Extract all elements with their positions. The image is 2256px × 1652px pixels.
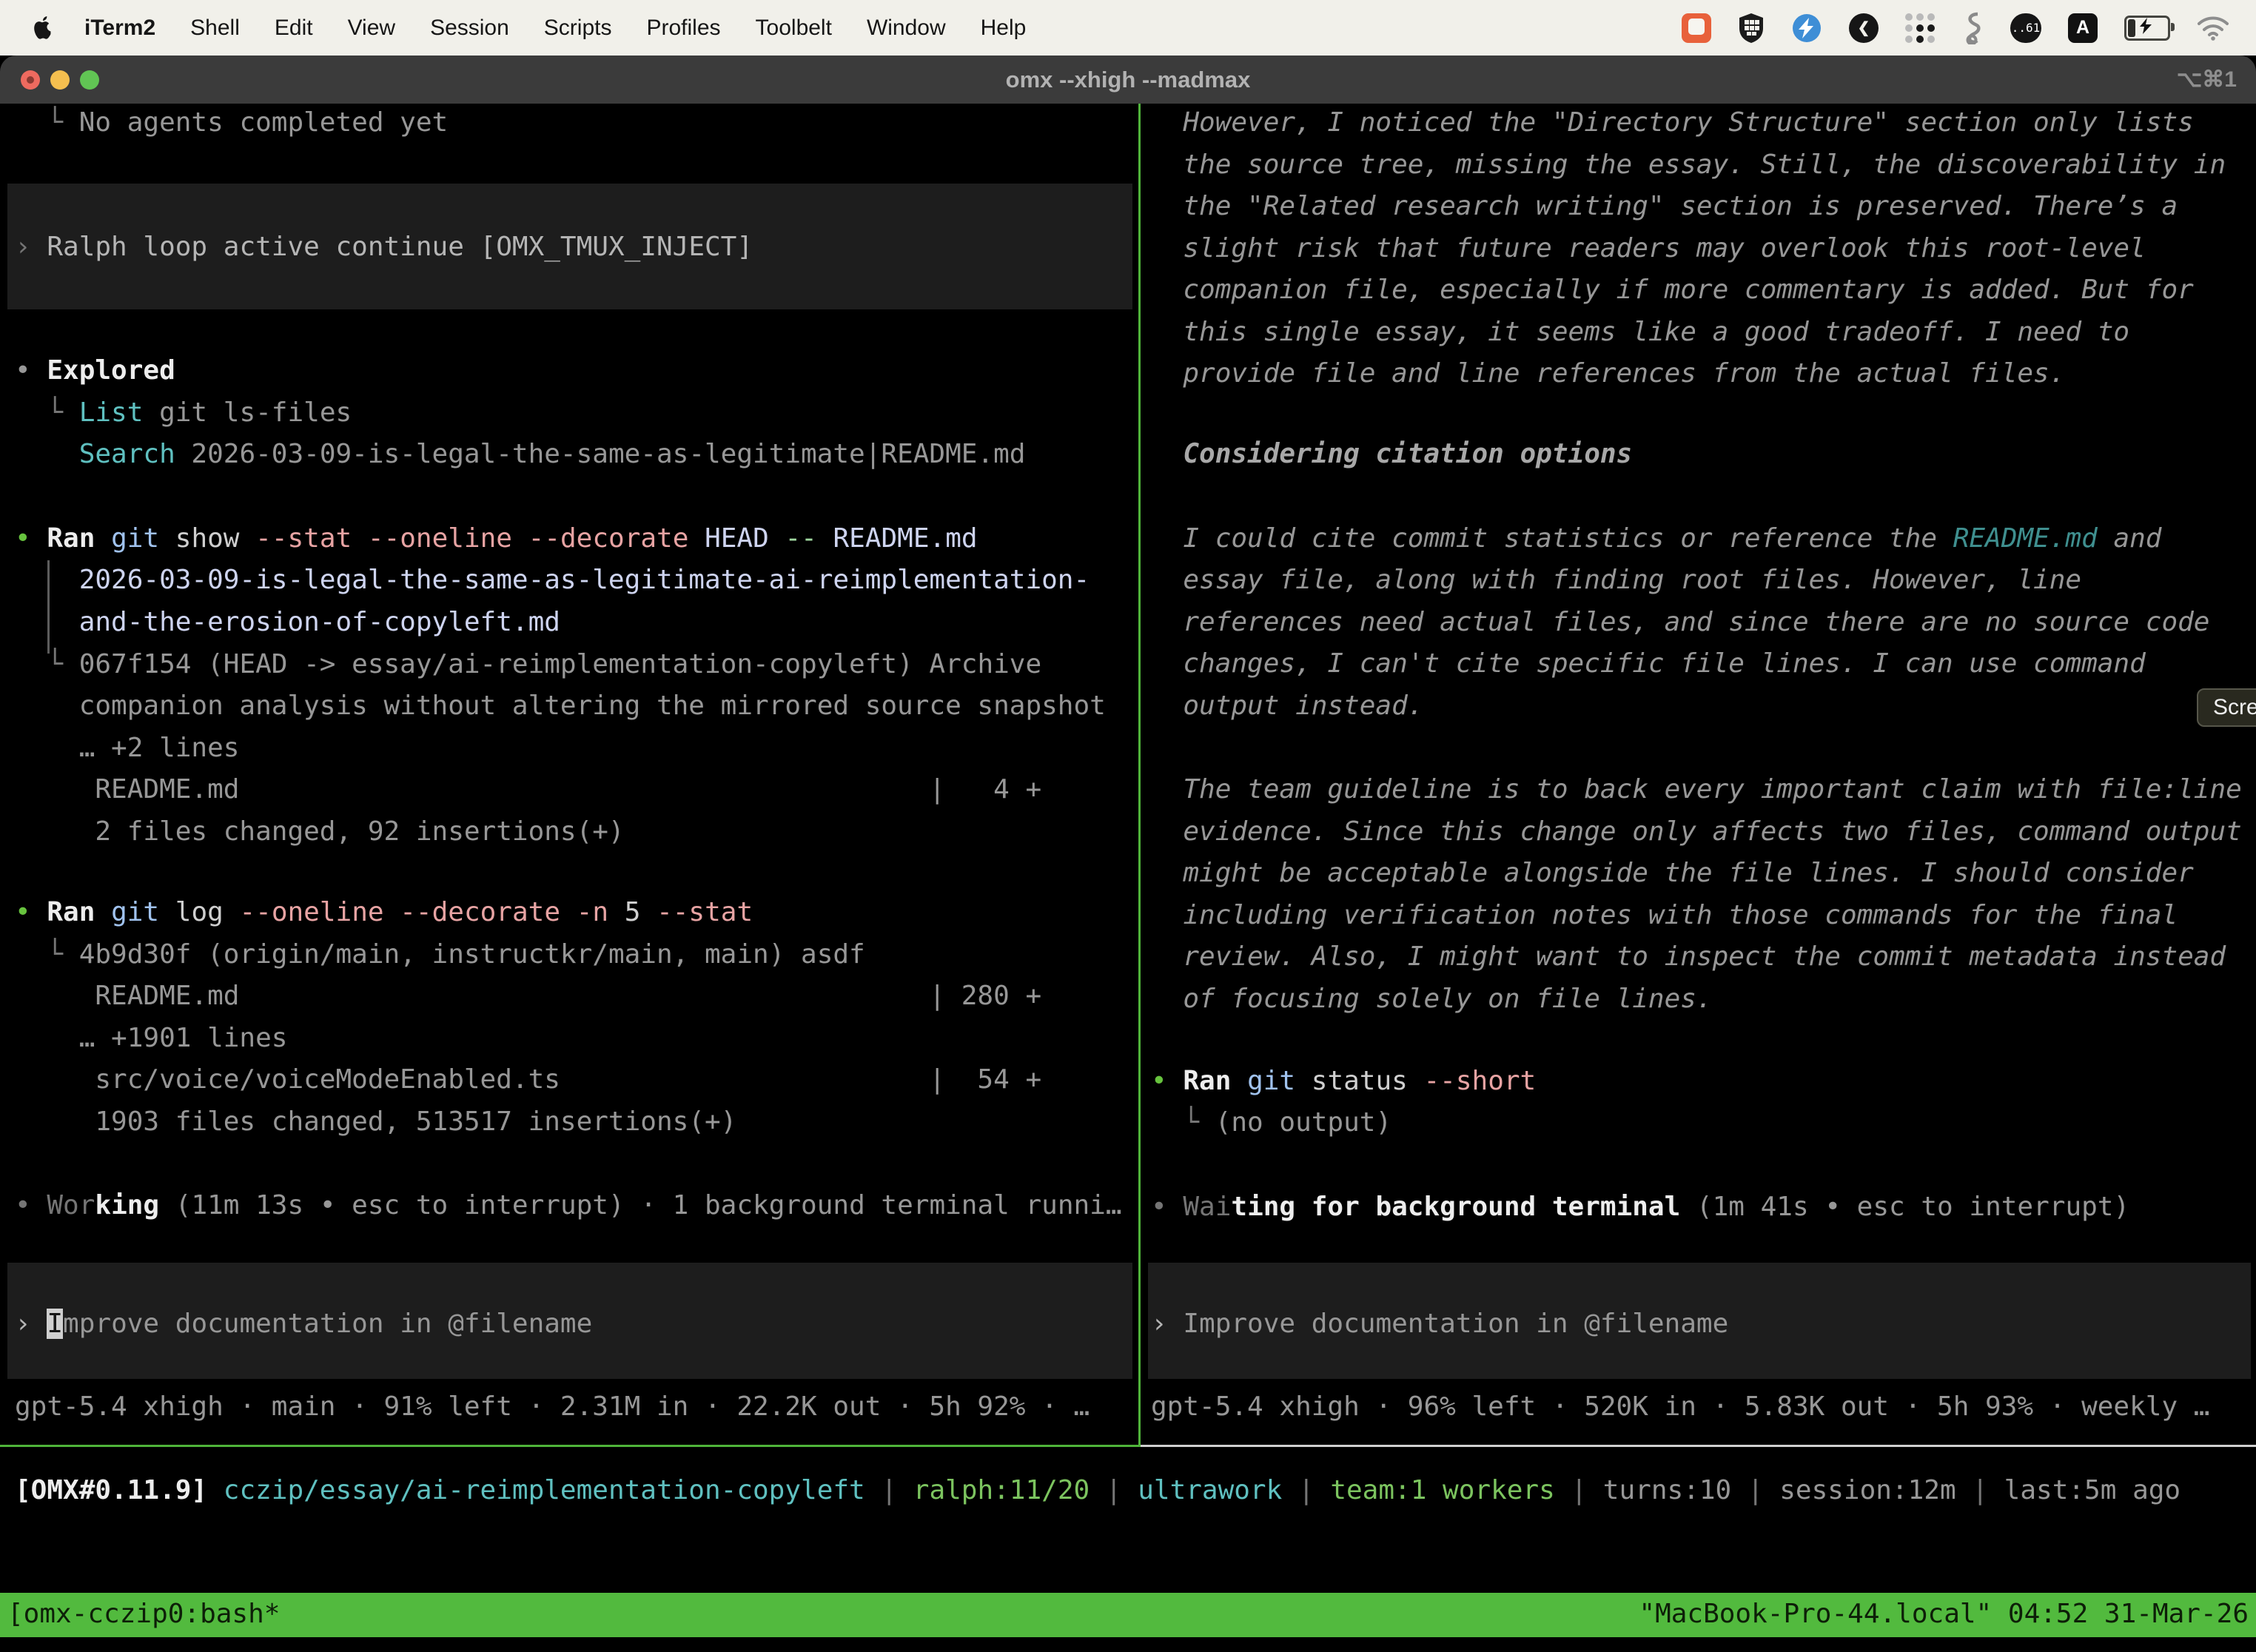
menu-item-session[interactable]: Session — [430, 16, 509, 41]
lightning-badge-icon[interactable] — [1791, 13, 1822, 44]
terminal-line: review. Also, I might want to inspect th… — [1151, 936, 2226, 978]
terminal-line: I could cite commit statistics or refere… — [1151, 517, 2161, 560]
terminal-line: and-the-erosion-of-copyleft.md — [15, 601, 560, 643]
menu-status-icons: ❮ ..61 A — [1682, 12, 2229, 44]
badge-61-icon[interactable]: ..61 — [2010, 13, 2041, 43]
screen-share-overlay-button[interactable]: Scre — [2197, 688, 2256, 727]
title-bar: omx --xhigh --madmax ⌥⌘1 — [0, 56, 2256, 104]
terminal-line: README.md | 4 + — [15, 768, 1041, 810]
menu-items: iTerm2 Shell Edit View Session Scripts Profile… — [84, 16, 1026, 41]
terminal-line: • Ran git show --stat --oneline --decora… — [15, 517, 978, 560]
terminal-line: might be acceptable alongside the file l… — [1151, 852, 2194, 894]
pane-divider[interactable] — [1138, 104, 1141, 1445]
menu-item-profiles[interactable]: Profiles — [646, 16, 720, 41]
terminal-line: this single essay, it seems like a good … — [1151, 311, 2129, 353]
terminal-line: essay file, along with finding root file… — [1151, 559, 2081, 601]
terminal-line: Search 2026-03-09-is-legal-the-same-as-l… — [15, 433, 1025, 475]
terminal-line: the "Related research writing" section i… — [1151, 185, 2178, 227]
terminal-line: gpt-5.4 xhigh · main · 91% left · 2.31M … — [15, 1386, 1090, 1428]
terminal-line: The team guideline is to back every impo… — [1151, 768, 2242, 810]
menu-bar: iTerm2 Shell Edit View Session Scripts Profile… — [0, 0, 2256, 56]
chat-bubble-icon[interactable] — [1682, 13, 1711, 43]
terminal-line: └ 4b9d30f (origin/main, instructkr/main,… — [15, 933, 865, 976]
menu-item-view[interactable]: View — [348, 16, 395, 41]
window-title: omx --xhigh --madmax — [0, 56, 2256, 104]
terminal-line: … +1901 lines — [15, 1017, 287, 1059]
pane-border-right-bottom — [1141, 1445, 2256, 1447]
terminal-line: └ 067f154 (HEAD -> essay/ai-reimplementa… — [15, 643, 1041, 685]
battery-level — [2128, 19, 2135, 37]
window-shortcut-badge: ⌥⌘1 — [2177, 56, 2237, 104]
terminal-line: However, I noticed the "Directory Struct… — [1151, 104, 2194, 144]
terminal-line: slight risk that future readers may over… — [1151, 227, 2146, 269]
battery-icon[interactable] — [2124, 16, 2170, 41]
terminal-window: omx --xhigh --madmax ⌥⌘1 └ No agents com… — [0, 56, 2256, 1652]
hook-icon[interactable] — [1961, 12, 1984, 44]
pane-border-left-bottom — [0, 1445, 1141, 1447]
terminal-line: gpt-5.4 xhigh · 96% left · 520K in · 5.8… — [1151, 1386, 2209, 1428]
terminal-line: README.md | 280 + — [15, 975, 1041, 1017]
terminal-line: └ List git ls-files — [15, 392, 352, 434]
tmux-pane-right: However, I noticed the "Directory Struct… — [1141, 104, 2256, 1445]
tmux-session-label: [omx-cczip0:bash* — [7, 1593, 280, 1637]
tmux-host-clock: "MacBook-Pro-44.local" 04:52 31-Mar-26 — [1639, 1593, 2249, 1637]
letter-a-tile-icon[interactable]: A — [2068, 13, 2098, 43]
terminal-line: › Improve documentation in @filename — [1151, 1303, 1728, 1345]
terminal-line: including verification notes with those … — [1151, 894, 2178, 936]
omx-status-line: [OMX#0.11.9] cczip/essay/ai-reimplementa… — [15, 1469, 2181, 1511]
menu-item-edit[interactable]: Edit — [275, 16, 313, 41]
dots-grid-icon[interactable] — [1905, 13, 1935, 43]
menu-item-shell[interactable]: Shell — [190, 16, 240, 41]
terminal-line: … +2 lines — [15, 727, 239, 769]
terminal-line: Considering citation options — [1151, 433, 1632, 475]
terminal-line: evidence. Since this change only affects… — [1151, 810, 2242, 853]
menu-item-iterm2[interactable]: iTerm2 — [84, 16, 155, 41]
terminal-line: • Waiting for background terminal (1m 41… — [1151, 1186, 2129, 1228]
menu-item-window[interactable]: Window — [867, 16, 946, 41]
terminal-line: changes, I can't cite specific file line… — [1151, 642, 2146, 685]
terminal-line: companion file, especially if more comme… — [1151, 269, 2194, 311]
terminal-line: src/voice/voiceModeEnabled.ts | 54 + — [15, 1058, 1041, 1101]
terminal-line: companion analysis without altering the … — [15, 685, 1106, 727]
terminal-line: output instead. — [1151, 685, 1423, 727]
terminal-line: └ No agents completed yet — [15, 104, 448, 144]
terminal-line: the source tree, missing the essay. Stil… — [1151, 144, 2226, 186]
crescent-circle-icon[interactable]: ❮ — [1849, 13, 1879, 43]
terminal-line: • Ran git log --oneline --decorate -n 5 … — [15, 891, 753, 933]
terminal-line: provide file and line references from th… — [1151, 352, 2065, 394]
menu-item-toolbelt[interactable]: Toolbelt — [756, 16, 832, 41]
shield-grid-icon[interactable] — [1738, 13, 1765, 44]
wifi-icon[interactable] — [2197, 16, 2229, 41]
terminal-line: › Ralph loop active continue [OMX_TMUX_I… — [15, 226, 753, 268]
terminal-line: of focusing solely on file lines. — [1151, 978, 1713, 1020]
terminal-line: • Explored — [15, 349, 175, 392]
tmux-pane-left: └ No agents completed yet › Ralph loop ac… — [0, 104, 1138, 1445]
tmux-status-bar: [omx-cczip0:bash* "MacBook-Pro-44.local"… — [0, 1593, 2256, 1637]
terminal-line: › Improve documentation in @filename — [15, 1303, 592, 1345]
terminal-line: └ (no output) — [1151, 1101, 1391, 1144]
apple-icon[interactable] — [31, 15, 53, 41]
terminal-line: 2026-03-09-is-legal-the-same-as-legitima… — [15, 559, 1090, 601]
terminal-line: 2 files changed, 92 insertions(+) — [15, 810, 625, 853]
terminal-line: 1903 files changed, 513517 insertions(+) — [15, 1101, 736, 1143]
terminal-line: • Working (11m 13s • esc to interrupt) ·… — [15, 1184, 1122, 1226]
menu-item-scripts[interactable]: Scripts — [544, 16, 612, 41]
terminal-line: • Ran git status --short — [1151, 1060, 1536, 1102]
terminal-line: references need actual files, and since … — [1151, 601, 2209, 643]
menu-item-help[interactable]: Help — [981, 16, 1027, 41]
